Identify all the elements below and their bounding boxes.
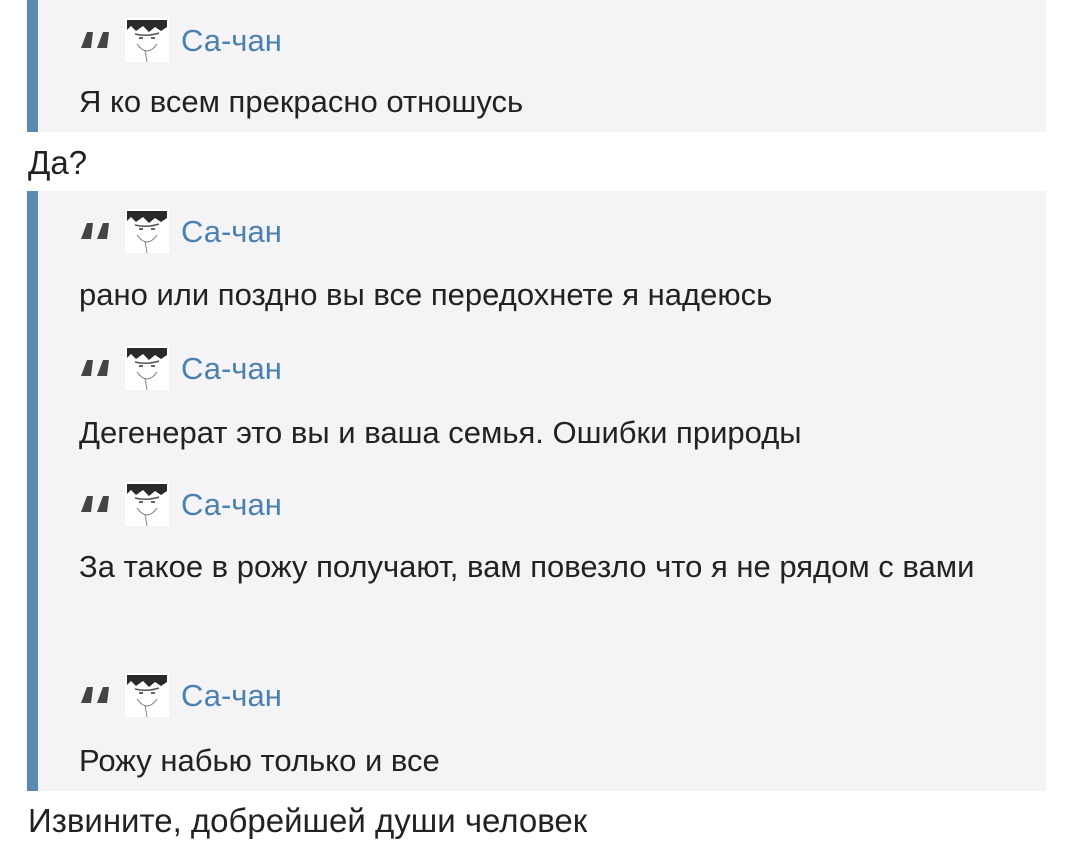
reply-text: Извините, добрейшей души человек [28, 802, 588, 839]
quote-text: Я ко всем прекрасно отношусь [79, 84, 524, 119]
manga-avatar-icon[interactable] [125, 18, 169, 62]
quote-mark-icon [81, 32, 109, 48]
quote-header: Са-чан [79, 480, 282, 528]
quote-text: Рожу набью только и все [79, 743, 440, 778]
quote-block: Са-чан рано или поздно вы все передохнет… [27, 191, 1046, 791]
quote-header: Са-чан [79, 344, 282, 392]
quote-author-link[interactable]: Са-чан [181, 25, 282, 56]
quote-text: Дегенерат это вы и ваша семья. Ошибки пр… [79, 415, 802, 450]
quote-mark-icon [81, 223, 109, 239]
quote-mark-icon [81, 687, 109, 703]
quote-text: За такое в рожу получают, вам повезло чт… [79, 549, 975, 584]
manga-avatar-icon[interactable] [125, 482, 169, 526]
reply-text: Да? [28, 144, 88, 181]
quote-author-link[interactable]: Са-чан [181, 216, 282, 247]
quote-header: Са-чан [79, 671, 282, 719]
comment-thread: Са-чан Я ко всем прекрасно отношусь Да? … [0, 0, 1072, 864]
quote-author-link[interactable]: Са-чан [181, 353, 282, 384]
quote-text: рано или поздно вы все передохнете я над… [79, 277, 773, 312]
quote-header: Са-чан [79, 16, 282, 64]
quote-author-link[interactable]: Са-чан [181, 489, 282, 520]
manga-avatar-icon[interactable] [125, 346, 169, 390]
manga-avatar-icon[interactable] [125, 673, 169, 717]
quote-block: Са-чан Я ко всем прекрасно отношусь [27, 0, 1046, 132]
quote-header: Са-чан [79, 207, 282, 255]
manga-avatar-icon[interactable] [125, 209, 169, 253]
quote-mark-icon [81, 360, 109, 376]
quote-bar [27, 0, 38, 132]
quote-mark-icon [81, 496, 109, 512]
quote-author-link[interactable]: Са-чан [181, 680, 282, 711]
quote-bar [27, 191, 38, 791]
